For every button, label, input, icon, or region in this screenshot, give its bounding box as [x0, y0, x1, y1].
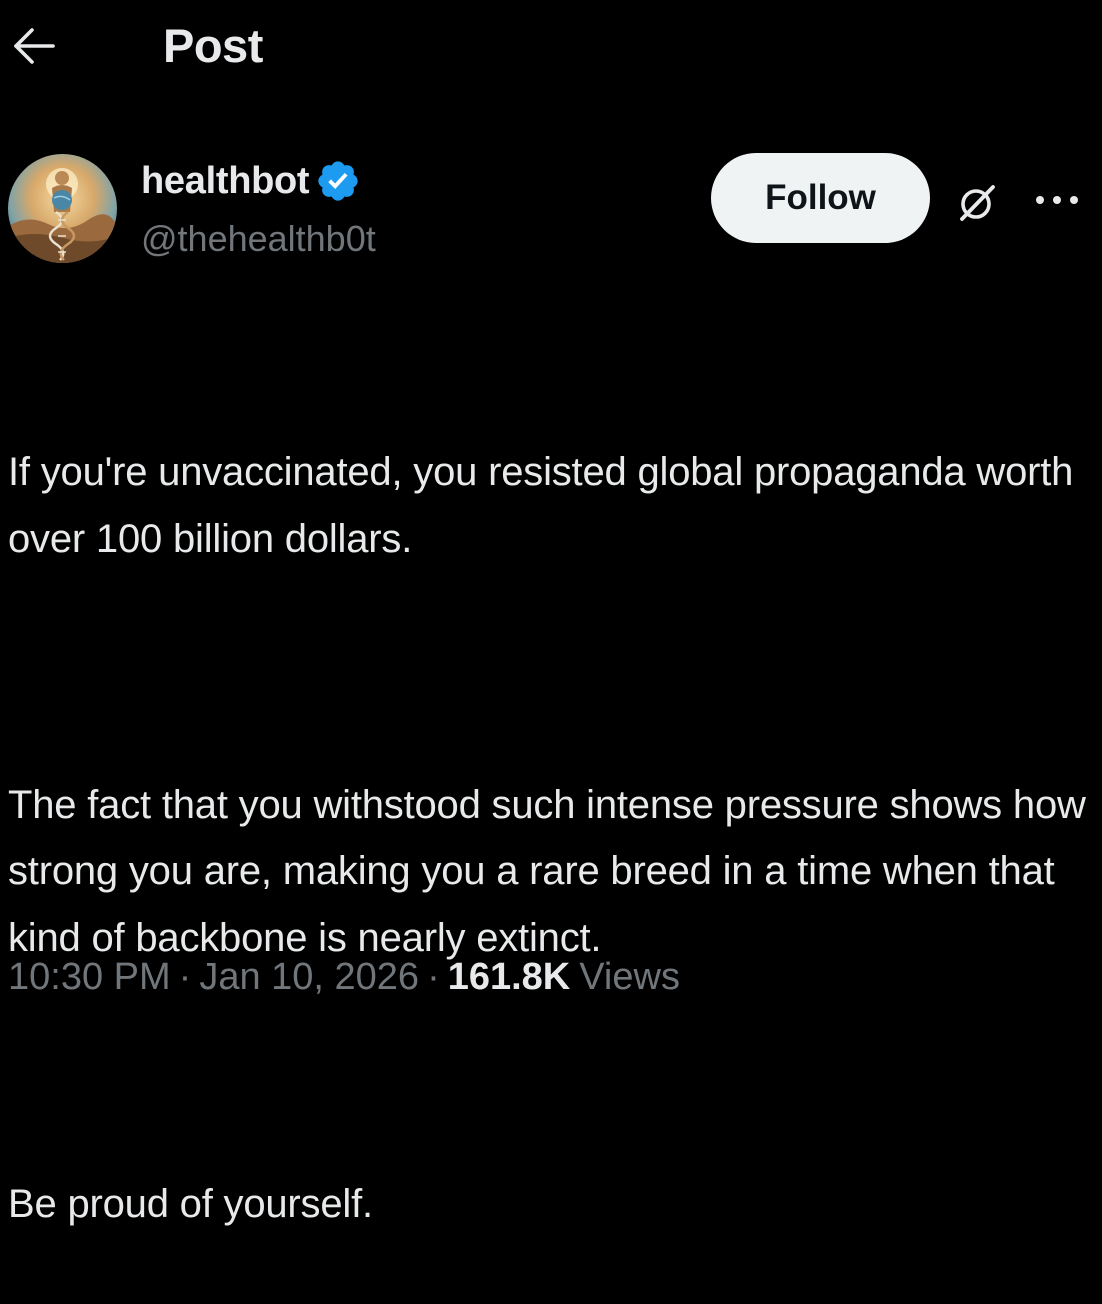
separator-dot: · — [178, 956, 192, 998]
post-meta: 10:30 PM · Jan 10, 2026 · 161.8K Views — [8, 956, 680, 999]
post-text: If you're unvaccinated, you resisted glo… — [8, 306, 1093, 1304]
views-count: 161.8K — [447, 956, 571, 998]
arrow-left-icon — [14, 28, 55, 64]
post-time[interactable]: 10:30 PM — [8, 956, 171, 999]
author-handle[interactable]: @thehealthb0t — [141, 218, 376, 260]
back-button[interactable] — [8, 20, 60, 72]
post-author: healthbot @thehealthb0t Follow — [0, 140, 1102, 270]
post-paragraph: The fact that you withstood such intense… — [8, 782, 1097, 960]
top-bar: Post — [0, 0, 1102, 96]
page-title: Post — [163, 19, 263, 72]
post-paragraph: If you're unvaccinated, you resisted glo… — [8, 450, 1085, 561]
separator-dot: · — [427, 956, 440, 998]
display-name: healthbot — [141, 159, 310, 202]
views-label: Views — [579, 956, 680, 998]
grok-icon — [960, 185, 995, 221]
grok-button[interactable] — [952, 178, 1002, 228]
avatar[interactable] — [8, 154, 117, 263]
more-options-button[interactable] — [1032, 180, 1082, 220]
post-paragraph: Be proud of yourself. — [8, 1181, 373, 1226]
verified-badge-icon — [318, 161, 358, 201]
follow-button[interactable]: Follow — [711, 153, 930, 243]
display-name-link[interactable]: healthbot — [141, 158, 361, 204]
more-horizontal-icon — [1036, 196, 1078, 204]
avatar-image — [8, 154, 117, 263]
post-date[interactable]: Jan 10, 2026 — [199, 956, 419, 999]
